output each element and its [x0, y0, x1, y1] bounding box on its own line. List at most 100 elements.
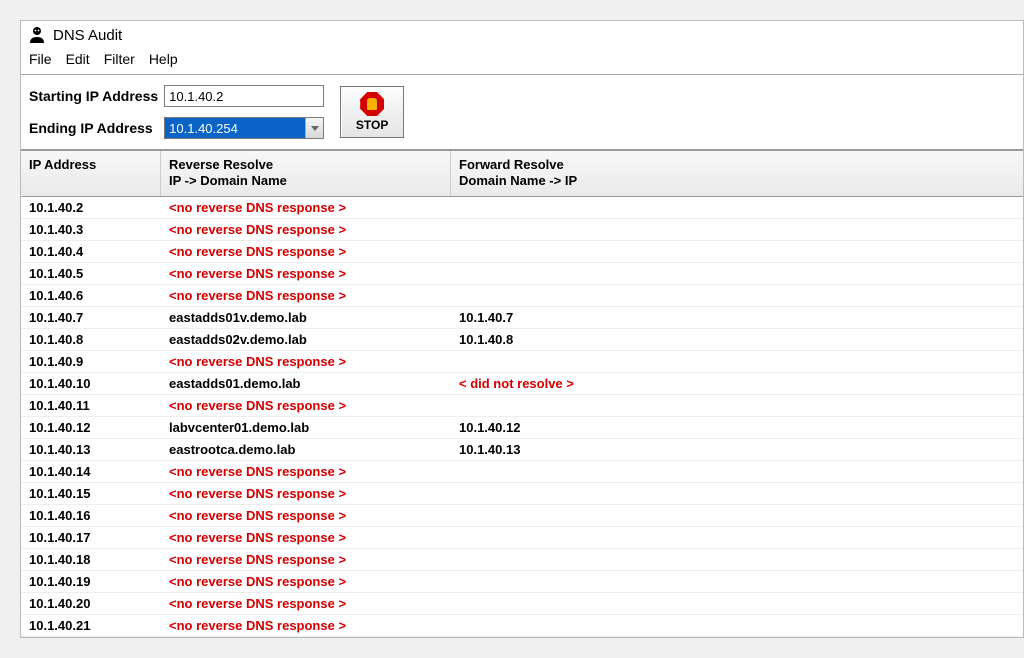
cell-forward — [451, 219, 1023, 240]
cell-forward — [451, 615, 1023, 636]
table-row[interactable]: 10.1.40.19<no reverse DNS response > — [21, 571, 1023, 593]
cell-reverse: <no reverse DNS response > — [161, 241, 451, 262]
table-row[interactable]: 10.1.40.16<no reverse DNS response > — [21, 505, 1023, 527]
cell-forward: 10.1.40.8 — [451, 329, 1023, 350]
stop-icon — [360, 92, 384, 116]
cell-forward: 10.1.40.12 — [451, 417, 1023, 438]
cell-forward: 10.1.40.13 — [451, 439, 1023, 460]
table-row[interactable]: 10.1.40.17<no reverse DNS response > — [21, 527, 1023, 549]
table-row[interactable]: 10.1.40.6<no reverse DNS response > — [21, 285, 1023, 307]
cell-forward — [451, 241, 1023, 262]
cell-ip: 10.1.40.15 — [21, 483, 161, 504]
cell-forward — [451, 197, 1023, 218]
col-forward-title: Forward Resolve — [459, 157, 564, 172]
cell-ip: 10.1.40.14 — [21, 461, 161, 482]
table-row[interactable]: 10.1.40.20<no reverse DNS response > — [21, 593, 1023, 615]
chevron-down-icon[interactable] — [305, 118, 323, 138]
cell-ip: 10.1.40.13 — [21, 439, 161, 460]
cell-forward — [451, 593, 1023, 614]
starting-ip-input[interactable] — [165, 86, 349, 106]
ending-ip-combo[interactable]: 10.1.40.254 — [164, 117, 324, 139]
cell-ip: 10.1.40.20 — [21, 593, 161, 614]
cell-ip: 10.1.40.21 — [21, 615, 161, 636]
cell-forward — [451, 505, 1023, 526]
cell-ip: 10.1.40.17 — [21, 527, 161, 548]
ending-ip-label: Ending IP Address — [29, 120, 158, 136]
cell-reverse: <no reverse DNS response > — [161, 505, 451, 526]
cell-reverse: eastrootca.demo.lab — [161, 439, 451, 460]
cell-reverse: <no reverse DNS response > — [161, 615, 451, 636]
window-title: DNS Audit — [53, 27, 122, 44]
table-header: IP Address Reverse Resolve IP -> Domain … — [21, 151, 1023, 197]
table-row[interactable]: 10.1.40.3<no reverse DNS response > — [21, 219, 1023, 241]
table-row[interactable]: 10.1.40.21<no reverse DNS response > — [21, 615, 1023, 637]
col-forward-sub: Domain Name -> IP — [459, 173, 1015, 189]
col-ip-label: IP Address — [29, 157, 96, 172]
cell-reverse: eastadds02v.demo.lab — [161, 329, 451, 350]
cell-forward — [451, 527, 1023, 548]
table-row[interactable]: 10.1.40.14<no reverse DNS response > — [21, 461, 1023, 483]
col-forward[interactable]: Forward Resolve Domain Name -> IP — [451, 151, 1023, 196]
table-row[interactable]: 10.1.40.4<no reverse DNS response > — [21, 241, 1023, 263]
cell-reverse: <no reverse DNS response > — [161, 527, 451, 548]
starting-ip-combo[interactable] — [164, 85, 324, 107]
cell-ip: 10.1.40.11 — [21, 395, 161, 416]
cell-forward: 10.1.40.7 — [451, 307, 1023, 328]
cell-reverse: <no reverse DNS response > — [161, 483, 451, 504]
cell-ip: 10.1.40.6 — [21, 285, 161, 306]
col-reverse-title: Reverse Resolve — [169, 157, 273, 172]
cell-ip: 10.1.40.19 — [21, 571, 161, 592]
cell-reverse: eastadds01v.demo.lab — [161, 307, 451, 328]
col-ip[interactable]: IP Address — [21, 151, 161, 196]
table-row[interactable]: 10.1.40.2<no reverse DNS response > — [21, 197, 1023, 219]
ending-ip-input[interactable]: 10.1.40.254 — [165, 118, 305, 138]
cell-ip: 10.1.40.9 — [21, 351, 161, 372]
table-row[interactable]: 10.1.40.13eastrootca.demo.lab10.1.40.13 — [21, 439, 1023, 461]
cell-reverse: <no reverse DNS response > — [161, 549, 451, 570]
cell-forward — [451, 285, 1023, 306]
menu-file[interactable]: File — [29, 51, 52, 67]
cell-reverse: <no reverse DNS response > — [161, 351, 451, 372]
col-reverse[interactable]: Reverse Resolve IP -> Domain Name — [161, 151, 451, 196]
cell-reverse: <no reverse DNS response > — [161, 593, 451, 614]
table-row[interactable]: 10.1.40.8eastadds02v.demo.lab10.1.40.8 — [21, 329, 1023, 351]
menubar: File Edit Filter Help — [21, 49, 1023, 75]
table-row[interactable]: 10.1.40.5<no reverse DNS response > — [21, 263, 1023, 285]
results-table: IP Address Reverse Resolve IP -> Domain … — [21, 151, 1023, 637]
cell-forward — [451, 263, 1023, 284]
stop-button[interactable]: STOP — [340, 86, 404, 138]
stop-button-label: STOP — [356, 118, 388, 132]
cell-forward — [451, 351, 1023, 372]
cell-reverse: <no reverse DNS response > — [161, 461, 451, 482]
cell-ip: 10.1.40.10 — [21, 373, 161, 394]
cell-forward — [451, 571, 1023, 592]
cell-ip: 10.1.40.12 — [21, 417, 161, 438]
app-icon — [27, 25, 47, 45]
titlebar: DNS Audit — [21, 21, 1023, 49]
cell-reverse: <no reverse DNS response > — [161, 263, 451, 284]
cell-ip: 10.1.40.16 — [21, 505, 161, 526]
toolbar: Starting IP Address Ending IP Address 10… — [21, 75, 1023, 151]
cell-reverse: <no reverse DNS response > — [161, 395, 451, 416]
cell-ip: 10.1.40.18 — [21, 549, 161, 570]
cell-reverse: <no reverse DNS response > — [161, 197, 451, 218]
table-row[interactable]: 10.1.40.11<no reverse DNS response > — [21, 395, 1023, 417]
menu-filter[interactable]: Filter — [104, 51, 135, 67]
table-row[interactable]: 10.1.40.10eastadds01.demo.lab< did not r… — [21, 373, 1023, 395]
table-row[interactable]: 10.1.40.12labvcenter01.demo.lab10.1.40.1… — [21, 417, 1023, 439]
cell-ip: 10.1.40.4 — [21, 241, 161, 262]
cell-forward — [451, 483, 1023, 504]
menu-help[interactable]: Help — [149, 51, 178, 67]
cell-ip: 10.1.40.8 — [21, 329, 161, 350]
menu-edit[interactable]: Edit — [66, 51, 90, 67]
cell-forward — [451, 549, 1023, 570]
cell-ip: 10.1.40.2 — [21, 197, 161, 218]
cell-ip: 10.1.40.3 — [21, 219, 161, 240]
col-reverse-sub: IP -> Domain Name — [169, 173, 442, 189]
table-row[interactable]: 10.1.40.15<no reverse DNS response > — [21, 483, 1023, 505]
table-row[interactable]: 10.1.40.9<no reverse DNS response > — [21, 351, 1023, 373]
cell-forward — [451, 461, 1023, 482]
ip-range-fields: Starting IP Address Ending IP Address 10… — [29, 83, 324, 141]
table-row[interactable]: 10.1.40.18<no reverse DNS response > — [21, 549, 1023, 571]
table-row[interactable]: 10.1.40.7eastadds01v.demo.lab10.1.40.7 — [21, 307, 1023, 329]
